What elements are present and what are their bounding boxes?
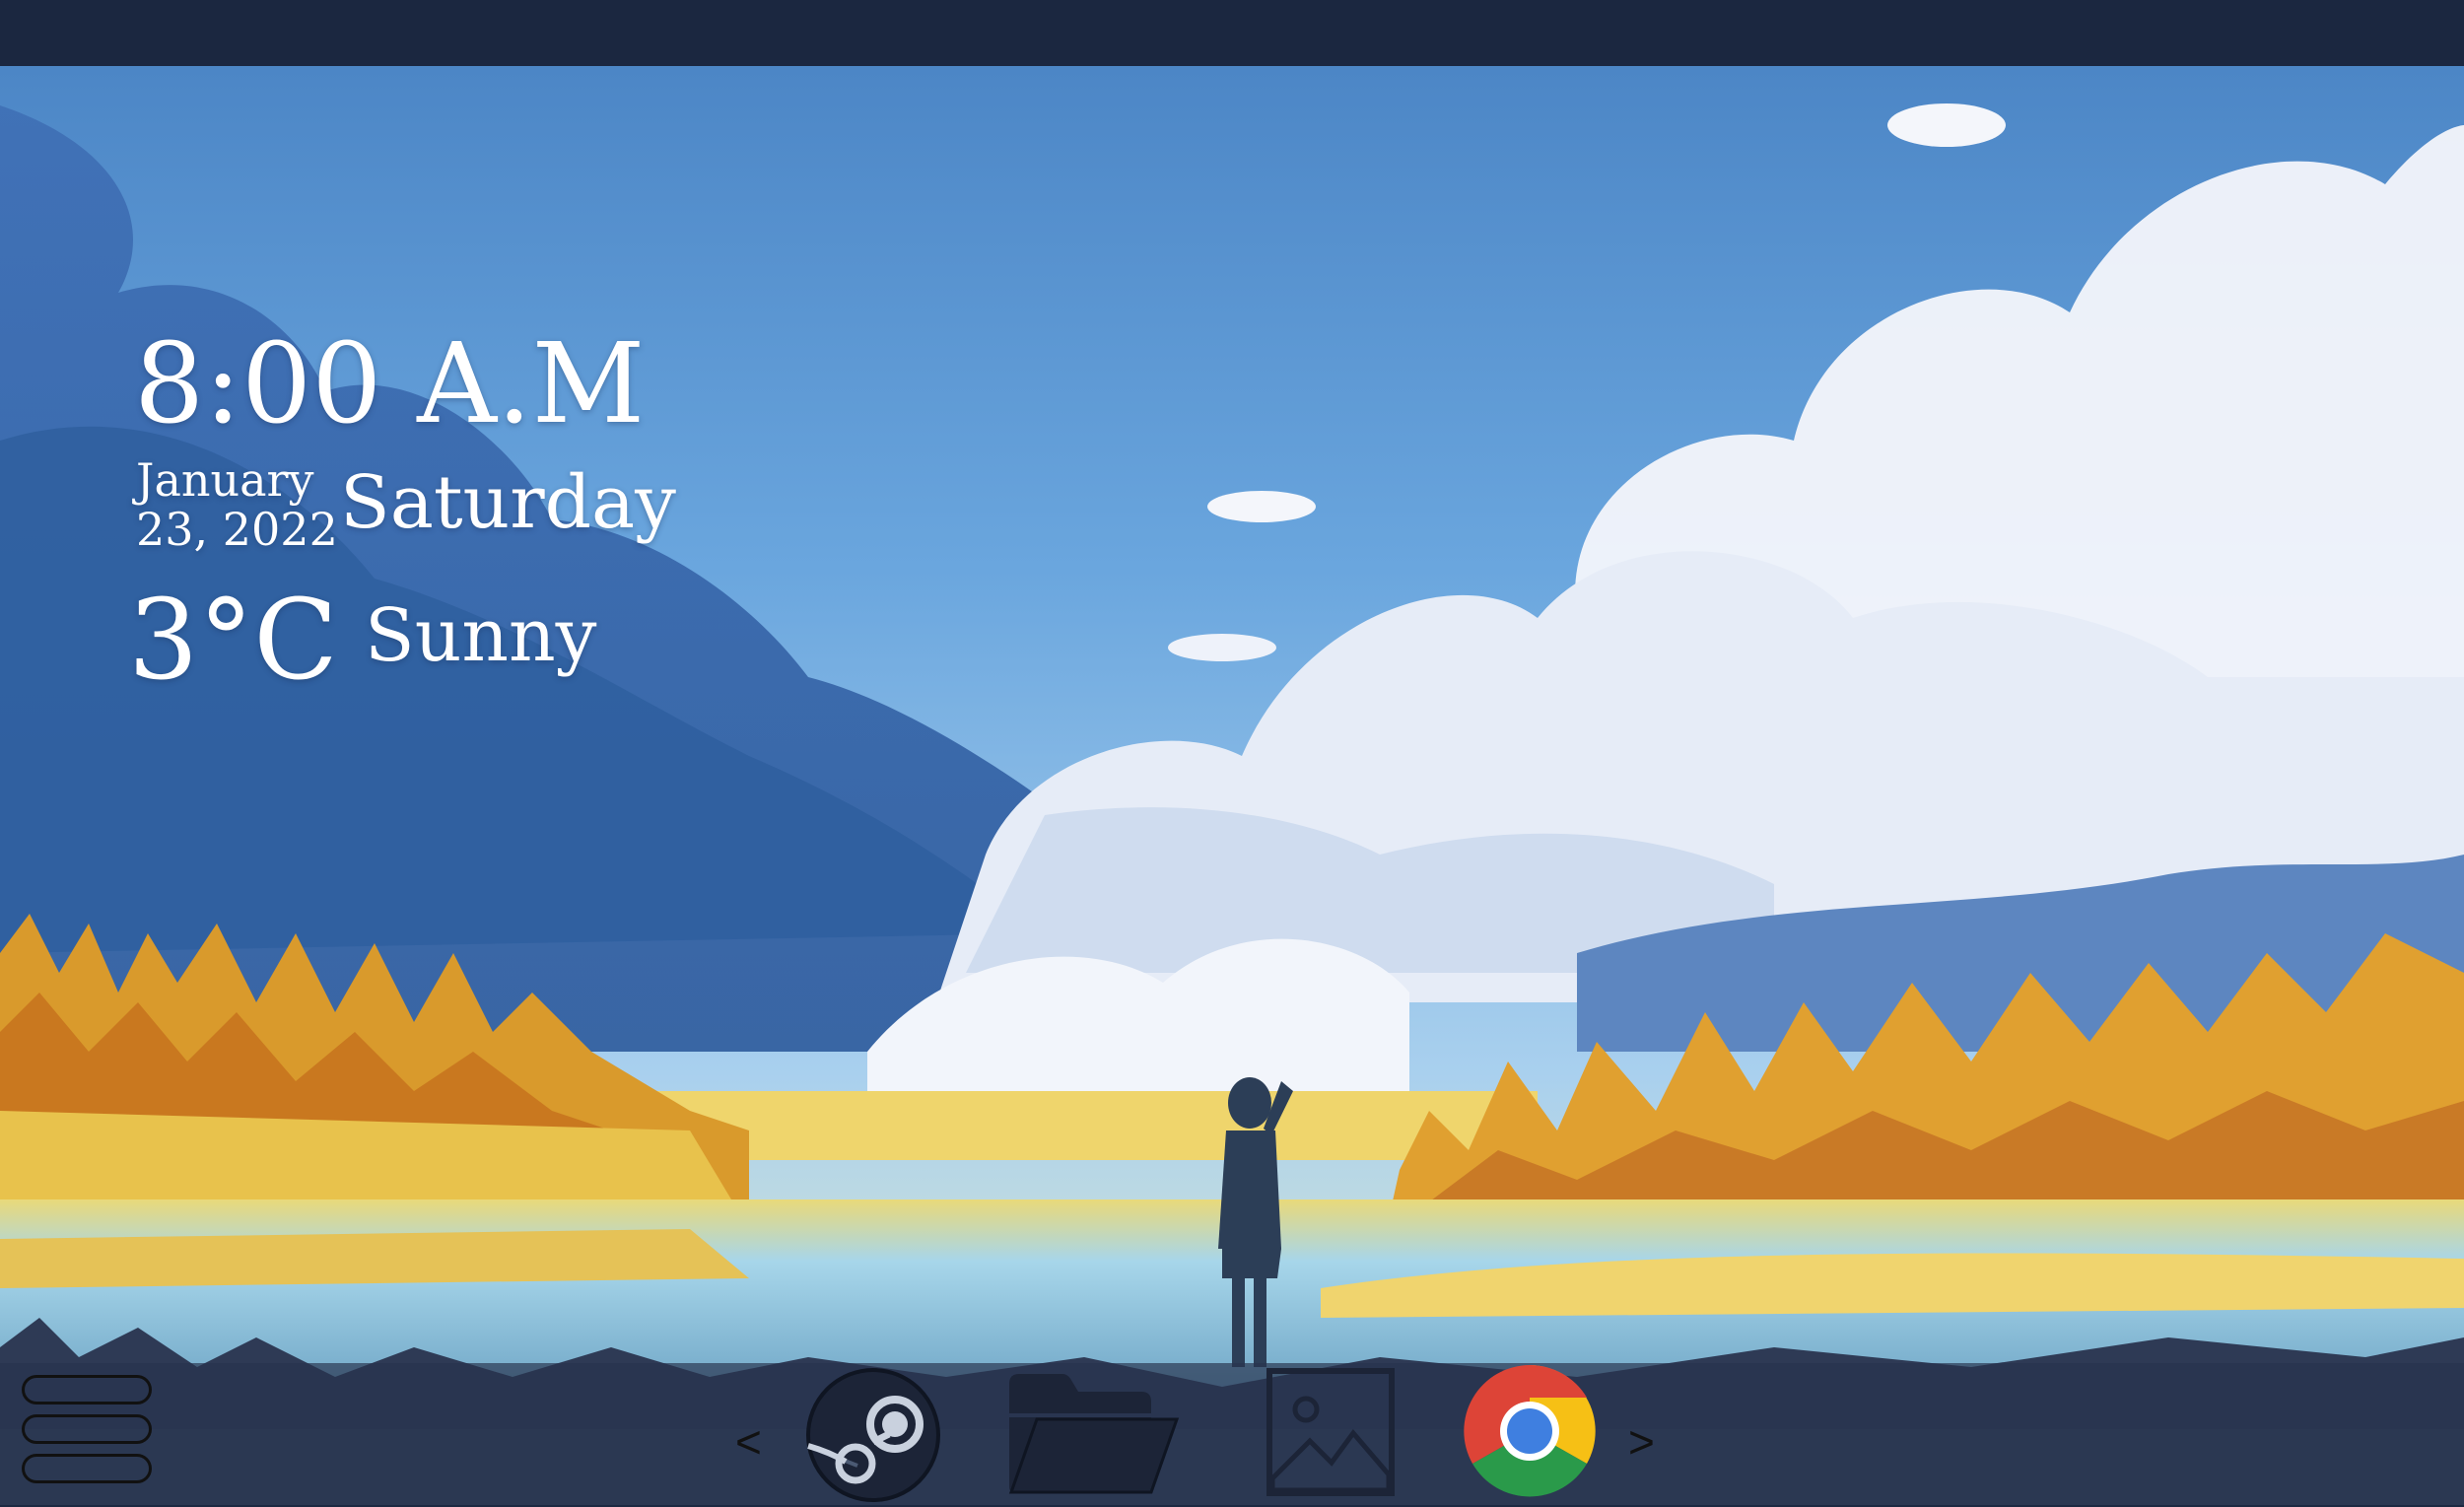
menu-button[interactable]	[22, 1375, 160, 1491]
date-month-day: January	[136, 453, 314, 507]
file-explorer-button[interactable]	[1003, 1362, 1181, 1498]
menu-bar-bottom	[22, 1454, 152, 1483]
date-day-year: 23, 2022	[136, 503, 338, 556]
menu-bar-top	[22, 1375, 152, 1404]
taskbar-prev-arrow[interactable]: <	[735, 1419, 762, 1465]
steam-app-button[interactable]	[802, 1367, 944, 1503]
taskbar-lower-band	[0, 1429, 2464, 1505]
weekday-text: Saturday	[340, 460, 676, 545]
chrome-icon	[1464, 1364, 1596, 1497]
menu-bar-middle	[22, 1414, 152, 1444]
desktop-wallpaper	[0, 66, 2464, 1505]
steam-icon	[806, 1368, 940, 1502]
image-icon	[1266, 1368, 1395, 1496]
top-bar	[0, 0, 2464, 66]
temperature-text: 3°C	[128, 577, 338, 705]
taskbar-next-arrow[interactable]: >	[1628, 1419, 1655, 1465]
image-viewer-button[interactable]	[1266, 1368, 1395, 1496]
clock-time: 8:00 A.M	[134, 320, 646, 448]
wallpaper-landscape	[0, 66, 2464, 1505]
weather-condition-text: Sunny	[365, 593, 597, 678]
date-text: January 23, 2022	[136, 455, 338, 554]
folder-icon	[1008, 1374, 1180, 1494]
chrome-browser-button[interactable]	[1464, 1364, 1596, 1497]
